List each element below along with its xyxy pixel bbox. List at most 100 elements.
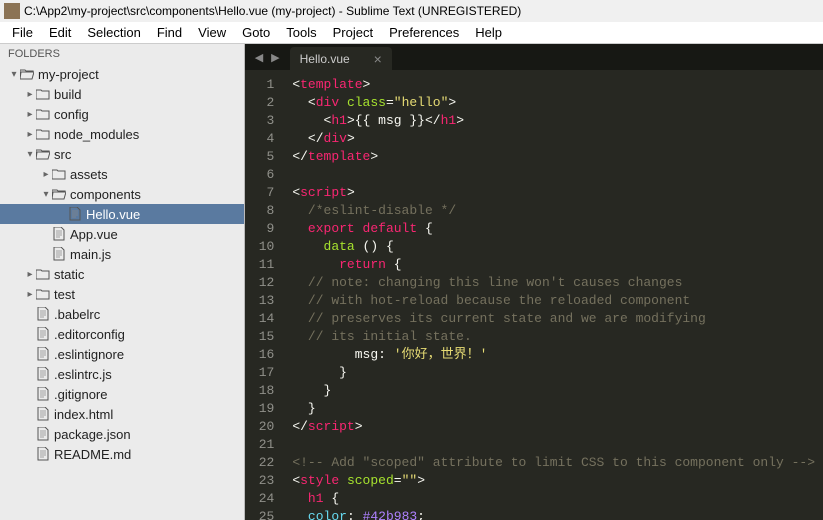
tree-item-label: components — [70, 187, 141, 202]
code-editor[interactable]: 1234567891011121314151617181920212223242… — [245, 70, 823, 520]
code-content[interactable]: <template> <div class="hello"> <h1>{{ ms… — [284, 70, 823, 520]
line-number: 3 — [259, 112, 275, 130]
file-item--babelrc[interactable]: .babelrc — [0, 304, 244, 324]
menu-goto[interactable]: Goto — [234, 23, 278, 42]
tree-item-label: .gitignore — [54, 387, 107, 402]
nav-forward-icon[interactable]: ▶ — [267, 51, 283, 64]
line-number: 22 — [259, 454, 275, 472]
code-line[interactable]: // note: changing this line won't causes… — [284, 274, 823, 292]
disclosure-icon[interactable]: ▸ — [24, 289, 36, 300]
disclosure-icon[interactable]: ▾ — [8, 69, 20, 80]
file-icon — [36, 327, 50, 341]
code-line[interactable]: } — [284, 400, 823, 418]
menu-file[interactable]: File — [4, 23, 41, 42]
menu-preferences[interactable]: Preferences — [381, 23, 467, 42]
disclosure-icon[interactable]: ▾ — [40, 189, 52, 200]
tree-item-label: .babelrc — [54, 307, 100, 322]
folder-icon — [36, 268, 50, 280]
code-line[interactable]: // its initial state. — [284, 328, 823, 346]
line-number: 19 — [259, 400, 275, 418]
code-line[interactable]: // with hot-reload because the reloaded … — [284, 292, 823, 310]
code-line[interactable]: <template> — [284, 76, 823, 94]
code-line[interactable]: /*eslint-disable */ — [284, 202, 823, 220]
code-line[interactable]: data () { — [284, 238, 823, 256]
code-line[interactable] — [284, 436, 823, 454]
tree-item-label: .eslintrc.js — [54, 367, 112, 382]
folder-icon — [20, 68, 34, 80]
tree-item-label: build — [54, 87, 81, 102]
sidebar-header: Folders — [0, 44, 244, 64]
menu-find[interactable]: Find — [149, 23, 190, 42]
folder-item-test[interactable]: ▸test — [0, 284, 244, 304]
file-item--editorconfig[interactable]: .editorconfig — [0, 324, 244, 344]
tree-item-label: node_modules — [54, 127, 139, 142]
code-line[interactable]: export default { — [284, 220, 823, 238]
line-number: 7 — [259, 184, 275, 202]
code-line[interactable]: color: #42b983; — [284, 508, 823, 520]
menu-view[interactable]: View — [190, 23, 234, 42]
folder-tree: ▾my-project ▸ build ▸ config ▸ node_modules ▾sr… — [0, 64, 244, 464]
file-icon — [36, 347, 50, 361]
code-line[interactable]: <style scoped=""> — [284, 472, 823, 490]
menu-project[interactable]: Project — [325, 23, 381, 42]
window-title: C:\App2\my-project\src\components\Hello.… — [24, 4, 521, 18]
line-number: 1 — [259, 76, 275, 94]
code-line[interactable]: </template> — [284, 148, 823, 166]
file-item-main-js[interactable]: main.js — [0, 244, 244, 264]
line-number: 6 — [259, 166, 275, 184]
folder-item-static[interactable]: ▸static — [0, 264, 244, 284]
close-icon[interactable]: × — [374, 51, 382, 67]
file-icon — [36, 387, 50, 401]
file-item-app-vue[interactable]: App.vue — [0, 224, 244, 244]
code-line[interactable]: // preserves its current state and we ar… — [284, 310, 823, 328]
code-line[interactable]: </div> — [284, 130, 823, 148]
folder-icon — [36, 128, 50, 140]
file-item-readme-md[interactable]: README.md — [0, 444, 244, 464]
tree-item-label: App.vue — [70, 227, 118, 242]
folder-item-components[interactable]: ▾ components — [0, 184, 244, 204]
disclosure-icon[interactable]: ▸ — [24, 109, 36, 120]
line-number: 8 — [259, 202, 275, 220]
code-line[interactable]: return { — [284, 256, 823, 274]
file-item-package-json[interactable]: package.json — [0, 424, 244, 444]
folder-item-assets[interactable]: ▸assets — [0, 164, 244, 184]
line-number: 10 — [259, 238, 275, 256]
menu-tools[interactable]: Tools — [278, 23, 324, 42]
file-item--eslintrc-js[interactable]: .eslintrc.js — [0, 364, 244, 384]
code-line[interactable]: <h1>{{ msg }}</h1> — [284, 112, 823, 130]
code-line[interactable]: <!-- Add "scoped" attribute to limit CSS… — [284, 454, 823, 472]
menu-help[interactable]: Help — [467, 23, 510, 42]
menu-selection[interactable]: Selection — [79, 23, 148, 42]
code-line[interactable] — [284, 166, 823, 184]
code-line[interactable]: } — [284, 364, 823, 382]
disclosure-icon[interactable]: ▸ — [40, 169, 52, 180]
folder-item-config[interactable]: ▸ config — [0, 104, 244, 124]
code-line[interactable]: </script> — [284, 418, 823, 436]
tree-item-label: config — [54, 107, 89, 122]
nav-back-icon[interactable]: ◀ — [251, 51, 267, 64]
line-number: 12 — [259, 274, 275, 292]
folder-item-node-modules[interactable]: ▸ node_modules — [0, 124, 244, 144]
file-item-index-html[interactable]: index.html — [0, 404, 244, 424]
file-icon — [36, 447, 50, 461]
code-line[interactable]: msg: '你好，世界！' — [284, 346, 823, 364]
file-item--gitignore[interactable]: .gitignore — [0, 384, 244, 404]
code-line[interactable]: <script> — [284, 184, 823, 202]
code-line[interactable]: h1 { — [284, 490, 823, 508]
disclosure-icon[interactable]: ▸ — [24, 269, 36, 280]
file-icon — [36, 307, 50, 321]
file-item-hello-vue[interactable]: Hello.vue — [0, 204, 244, 224]
line-number: 18 — [259, 382, 275, 400]
folder-item-src[interactable]: ▾src — [0, 144, 244, 164]
disclosure-icon[interactable]: ▾ — [24, 149, 36, 160]
line-number: 2 — [259, 94, 275, 112]
tab-hello-vue[interactable]: Hello.vue× — [290, 47, 392, 71]
disclosure-icon[interactable]: ▸ — [24, 129, 36, 140]
folder-item-my-project[interactable]: ▾my-project — [0, 64, 244, 84]
code-line[interactable]: } — [284, 382, 823, 400]
code-line[interactable]: <div class="hello"> — [284, 94, 823, 112]
menu-edit[interactable]: Edit — [41, 23, 79, 42]
folder-item-build[interactable]: ▸ build — [0, 84, 244, 104]
file-item--eslintignore[interactable]: .eslintignore — [0, 344, 244, 364]
disclosure-icon[interactable]: ▸ — [24, 89, 36, 100]
